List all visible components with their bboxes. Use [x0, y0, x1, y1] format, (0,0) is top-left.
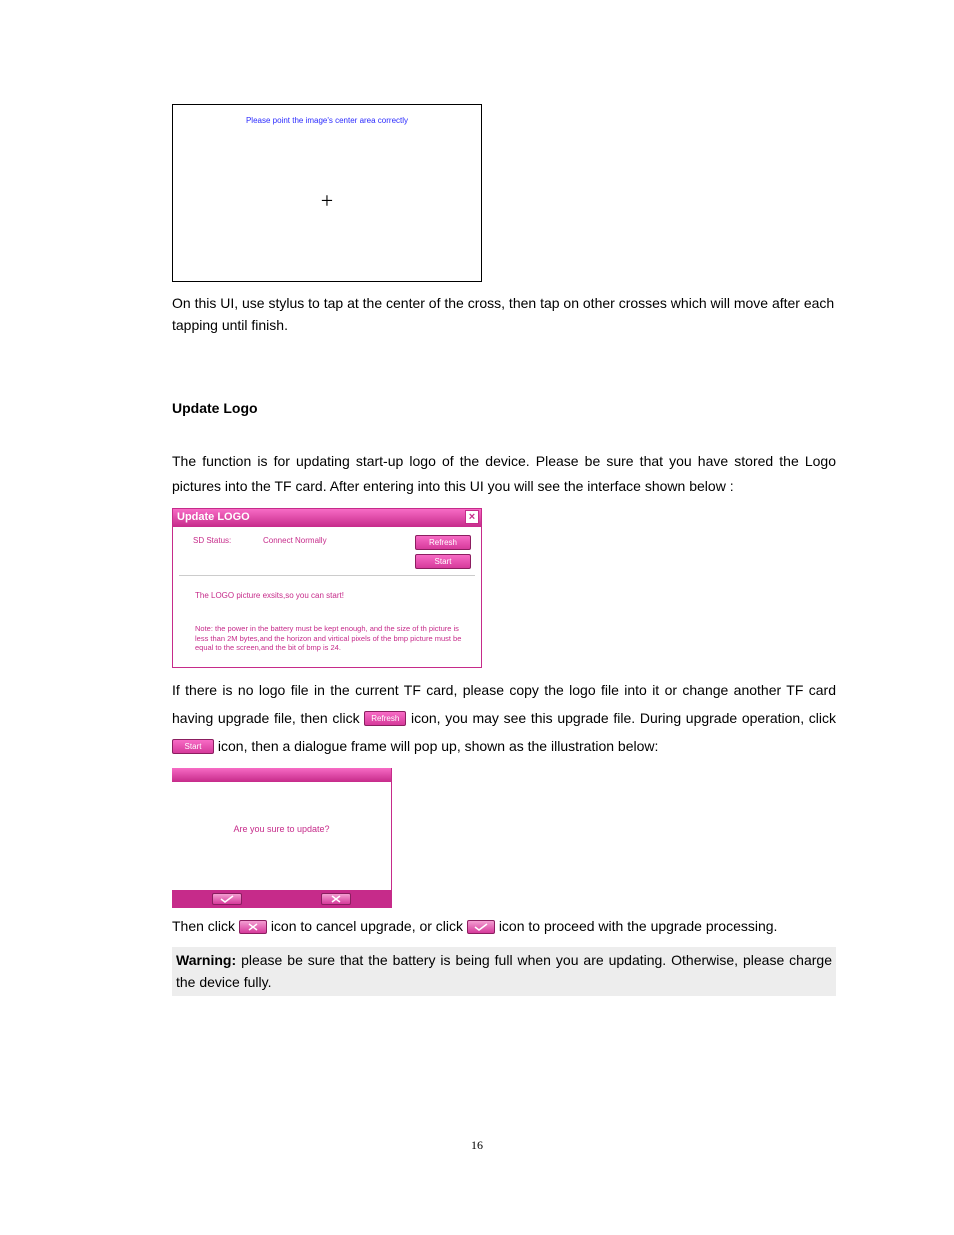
update-logo-title-text: Update LOGO [177, 509, 250, 527]
page-number: 16 [0, 1138, 954, 1153]
update-logo-title-bar: Update LOGO × [173, 509, 481, 527]
after-window-paragraph: If there is no logo file in the current … [172, 676, 836, 760]
confirm-dialog-head [172, 768, 391, 782]
after-window-text-1c: icon, then a dialogue frame will pop up,… [218, 738, 658, 754]
crosshair-icon: + [321, 183, 333, 218]
update-logo-status-row: SD Status: Connect Normally Refresh Star… [173, 527, 481, 575]
close-icon[interactable]: × [465, 510, 479, 524]
logo-exists-message: The LOGO picture exsits,so you can start… [173, 576, 481, 607]
update-logo-buttons: Refresh Start [415, 535, 471, 569]
confirm-dialog-footer [172, 890, 391, 908]
inline-ok-button[interactable] [467, 920, 495, 934]
sd-status-value: Connect Normally [263, 535, 415, 548]
check-icon [474, 923, 488, 931]
confirm-dialog-text: Are you sure to update? [172, 782, 391, 890]
then-click-paragraph: Then click icon to cancel upgrade, or cl… [172, 914, 836, 939]
then-click-text-b: icon to cancel upgrade, or click [271, 918, 467, 934]
x-icon [247, 923, 259, 931]
calibration-usage-paragraph: On this UI, use stylus to tap at the cen… [172, 292, 836, 337]
warning-label: Warning: [176, 952, 236, 968]
inline-cancel-button[interactable] [239, 920, 267, 934]
after-window-text-1b: icon, you may see this upgrade file. Dur… [411, 710, 836, 726]
document-page: Please point the image's center area cor… [0, 0, 954, 1056]
inline-refresh-button[interactable]: Refresh [364, 711, 406, 726]
start-button[interactable]: Start [415, 554, 471, 569]
intro-paragraph: The function is for updating start-up lo… [172, 449, 836, 499]
warning-paragraph: Warning: please be sure that the battery… [172, 947, 836, 996]
section-title-update-logo: Update Logo [172, 397, 836, 419]
update-logo-note: Note: the power in the battery must be k… [173, 606, 481, 658]
then-click-text-a: Then click [172, 918, 239, 934]
check-icon [220, 895, 234, 903]
calibration-screenshot: Please point the image's center area cor… [172, 104, 482, 282]
sd-status-label: SD Status: [193, 535, 263, 548]
confirm-cancel-button[interactable] [321, 893, 351, 905]
update-logo-window: Update LOGO × SD Status: Connect Normall… [172, 508, 482, 668]
confirm-ok-button[interactable] [212, 893, 242, 905]
x-icon [330, 895, 342, 903]
confirm-update-dialog: Are you sure to update? [172, 768, 392, 908]
then-click-text-c: icon to proceed with the upgrade process… [499, 918, 778, 934]
calibration-instruction: Please point the image's center area cor… [173, 115, 481, 128]
refresh-button[interactable]: Refresh [415, 535, 471, 550]
inline-start-button[interactable]: Start [172, 739, 214, 754]
warning-text: please be sure that the battery is being… [176, 952, 832, 990]
